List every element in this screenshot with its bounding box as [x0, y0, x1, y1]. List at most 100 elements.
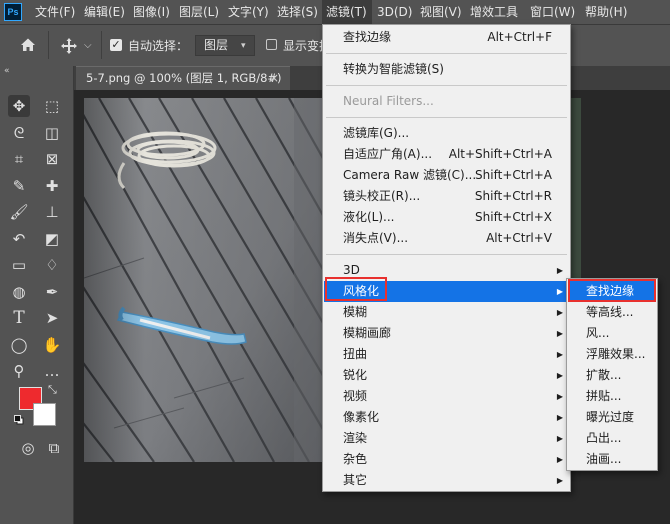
- healing-brush-tool-icon[interactable]: ✚: [41, 175, 63, 197]
- default-colors-icon[interactable]: [14, 414, 24, 425]
- filter-menu-item[interactable]: 杂色 ▶: [324, 449, 569, 470]
- filter-menu-item[interactable]: 锐化 ▶: [324, 365, 569, 386]
- shape-tool-icon[interactable]: ◯: [8, 334, 30, 356]
- auto-select-label: 自动选择：: [128, 39, 189, 53]
- menubar-item[interactable]: 增效工具: [466, 0, 526, 24]
- menubar-item[interactable]: 选择(S): [273, 0, 322, 24]
- lasso-tool-icon[interactable]: ᘓ: [8, 122, 30, 144]
- stylize-menu-item[interactable]: 油画...: [570, 449, 655, 470]
- brush-tool-icon[interactable]: 🖌: [8, 201, 30, 223]
- background-color-swatch[interactable]: [33, 403, 56, 426]
- marquee-tool-icon[interactable]: ⬚: [41, 95, 63, 117]
- filter-menu-item[interactable]: 消失点(V)... Alt+Ctrl+V: [324, 228, 569, 249]
- menu-item-label: 视频: [343, 389, 368, 403]
- eyedropper-tool-icon[interactable]: ✎: [8, 175, 30, 197]
- history-brush-tool-icon[interactable]: ↶: [8, 228, 30, 250]
- document-tab-title[interactable]: 5-7.png @ 100% (图层 1, RGB/8#): [86, 67, 282, 89]
- close-icon[interactable]: ×: [269, 67, 279, 89]
- filter-menu-item[interactable]: 转换为智能滤镜(S): [324, 59, 569, 80]
- menubar-item[interactable]: 编辑(E): [80, 0, 129, 24]
- filter-menu-item[interactable]: 液化(L)... Shift+Ctrl+X: [324, 207, 569, 228]
- move-tool-icon[interactable]: ✥: [8, 95, 30, 117]
- menu-item-label: 模糊画廊: [343, 326, 392, 340]
- auto-select-checkbox[interactable]: ✓: [110, 39, 122, 51]
- menubar-item[interactable]: 图像(I): [129, 0, 178, 24]
- submenu-arrow-icon: ▶: [556, 392, 563, 401]
- stylize-menu-item[interactable]: 风...: [570, 323, 655, 344]
- submenu-arrow-icon: ▶: [556, 287, 563, 296]
- stylize-menu-item[interactable]: 浮雕效果...: [570, 344, 655, 365]
- menu-separator: [326, 53, 567, 54]
- crop-tool-icon[interactable]: ⌗: [8, 148, 30, 170]
- filter-menu-item[interactable]: 视频 ▶: [324, 386, 569, 407]
- menu-item-label: 模糊: [343, 305, 368, 319]
- menubar-item[interactable]: 图层(L): [175, 0, 224, 24]
- object-select-tool-icon[interactable]: ◫: [41, 122, 63, 144]
- zoom-tool-icon[interactable]: ⚲: [8, 360, 30, 382]
- path-select-tool-icon[interactable]: ➤: [41, 307, 63, 329]
- filter-menu-item[interactable]: 模糊 ▶: [324, 302, 569, 323]
- filter-menu-item[interactable]: Camera Raw 滤镜(C)... Shift+Ctrl+A: [324, 165, 569, 186]
- filter-menu-item[interactable]: 其它 ▶: [324, 470, 569, 491]
- filter-menu-item[interactable]: 自适应广角(A)... Alt+Shift+Ctrl+A: [324, 144, 569, 165]
- filter-menu-item[interactable]: 镜头校正(R)... Shift+Ctrl+R: [324, 186, 569, 207]
- quick-mask-icon[interactable]: ◎: [17, 437, 39, 459]
- frame-tool-icon[interactable]: ⊠: [41, 148, 63, 170]
- filter-menu-item[interactable]: 模糊画廊 ▶: [324, 323, 569, 344]
- menu-item-shortcut: Alt+Shift+Ctrl+A: [448, 147, 552, 161]
- stylize-menu-item[interactable]: 扩散...: [570, 365, 655, 386]
- filter-menu-item[interactable]: 渲染 ▶: [324, 428, 569, 449]
- menubar-item[interactable]: 文件(F): [31, 0, 80, 24]
- filter-menu-item[interactable]: 扭曲 ▶: [324, 344, 569, 365]
- menu-separator: [326, 254, 567, 255]
- menubar-item[interactable]: 文字(Y): [224, 0, 273, 24]
- auto-select-target-dropdown[interactable]: 图层: [195, 35, 255, 56]
- stylize-menu-item[interactable]: 拼贴...: [570, 386, 655, 407]
- menu-item-label: 曝光过度: [586, 410, 635, 424]
- options-divider: [48, 31, 49, 59]
- stylize-submenu: 查找边缘 等高线... 风... 浮雕效果... 扩散... 拼贴... 曝光过度 凸出...…: [566, 278, 658, 471]
- submenu-arrow-icon: ▶: [556, 329, 563, 338]
- menu-item-label: 渲染: [343, 431, 368, 445]
- menu-item-label: 拼贴...: [586, 389, 622, 403]
- menu-item-shortcut: Alt+Ctrl+F: [487, 30, 552, 44]
- show-transform-checkbox[interactable]: [266, 39, 277, 50]
- move-tool-icon[interactable]: [58, 35, 80, 57]
- stylize-menu-item[interactable]: 等高线...: [570, 302, 655, 323]
- chevron-down-icon[interactable]: ⌵: [84, 36, 96, 56]
- canvas-image[interactable]: [84, 98, 328, 462]
- menu-item-shortcut: Shift+Ctrl+A: [475, 168, 552, 182]
- more-tools-icon[interactable]: …: [41, 360, 63, 382]
- hand-tool-icon[interactable]: ✋: [41, 334, 63, 356]
- pen-tool-icon[interactable]: ✒: [41, 281, 63, 303]
- menubar-item[interactable]: 滤镜(T): [322, 0, 372, 24]
- chevron-down-icon: ▾: [241, 41, 246, 51]
- menu-item-label: 滤镜库(G)...: [343, 126, 410, 140]
- menubar-item[interactable]: 视图(V): [416, 0, 466, 24]
- screen-mode-icon[interactable]: ⧉: [43, 437, 65, 459]
- submenu-arrow-icon: ▶: [556, 413, 563, 422]
- dodge-tool-icon[interactable]: ◍: [8, 281, 30, 303]
- collapse-panel-icon[interactable]: «: [4, 66, 10, 76]
- filter-menu-item[interactable]: 像素化 ▶: [324, 407, 569, 428]
- stamp-tool-icon[interactable]: ⊥: [41, 201, 63, 223]
- filter-menu-item[interactable]: 查找边缘 Alt+Ctrl+F: [324, 27, 569, 48]
- type-tool-icon[interactable]: T: [8, 307, 30, 329]
- eraser-tool-icon[interactable]: ◩: [41, 228, 63, 250]
- menubar-item[interactable]: 窗口(W): [526, 0, 579, 24]
- gradient-tool-icon[interactable]: ▭: [8, 254, 30, 276]
- stylize-menu-item[interactable]: 曝光过度: [570, 407, 655, 428]
- photoshop-logo-icon[interactable]: Ps: [4, 3, 22, 21]
- filter-menu-item[interactable]: 滤镜库(G)...: [324, 123, 569, 144]
- submenu-arrow-icon: ▶: [556, 476, 563, 485]
- menu-separator: [326, 117, 567, 118]
- menubar-item[interactable]: 3D(D): [373, 0, 417, 24]
- blur-tool-icon[interactable]: ♢: [41, 254, 63, 276]
- menubar-item[interactable]: 帮助(H): [581, 0, 631, 24]
- annotation-highlight-box: [325, 277, 387, 301]
- menu-item-label: 转换为智能滤镜(S): [343, 62, 444, 76]
- home-icon[interactable]: [16, 33, 40, 57]
- stylize-menu-item[interactable]: 凸出...: [570, 428, 655, 449]
- submenu-arrow-icon: ▶: [556, 434, 563, 443]
- swap-colors-icon[interactable]: ⤡: [48, 384, 57, 396]
